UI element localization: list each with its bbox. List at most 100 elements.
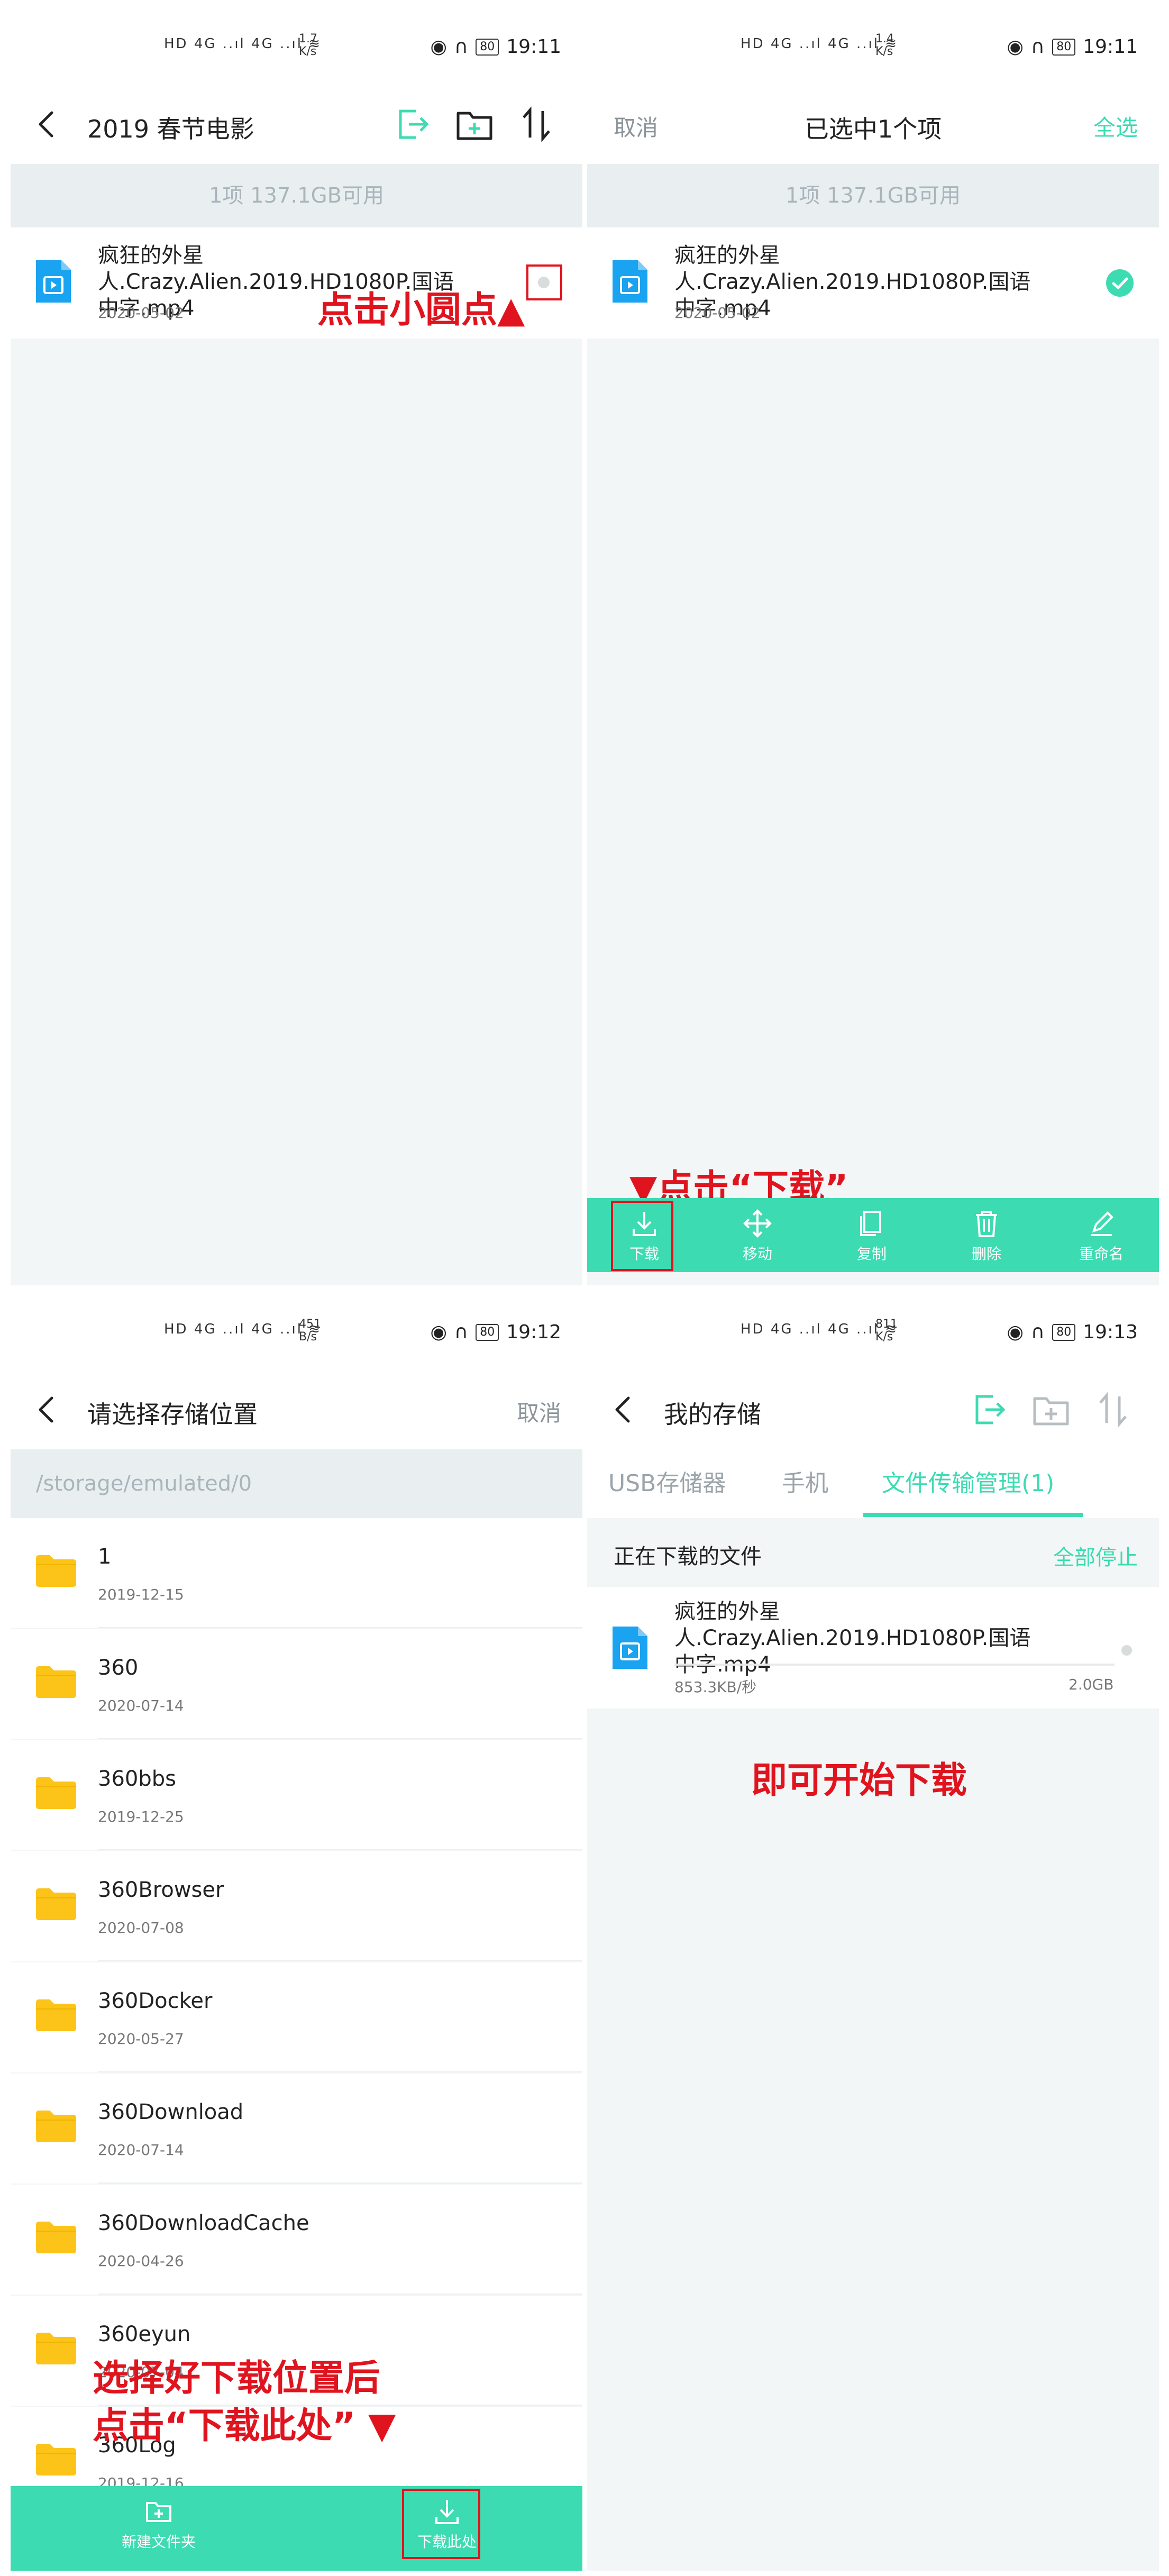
eye-icon: ◉: [1007, 1321, 1024, 1343]
download-speed: 853.3KB/秒: [674, 1678, 757, 1696]
net-speed: 1.7 K/s: [299, 32, 317, 58]
highlight-box: [526, 264, 562, 300]
signal-icons: HD 4G ..ıl 4G ..ıl ≋: [741, 1321, 899, 1337]
bottom-bar: 新建文件夹 下载此处: [11, 2486, 582, 2571]
exit-icon[interactable]: [394, 106, 431, 143]
screen-transfer-manager: HD 4G ..ıl 4G ..ıl ≋ 811 K/s ◉ ∩ 80 19:1…: [587, 1301, 1159, 2571]
tab-indicator: [863, 1513, 1083, 1517]
stop-all-button[interactable]: 全部停止: [1053, 1540, 1138, 1571]
status-bar: HD 4G ..ıl 4G ..ıl ≋ 811 K/s ◉ ∩ 80 19:1…: [587, 1301, 1159, 1370]
back-arrow-icon[interactable]: [32, 108, 63, 140]
folder-item[interactable]: 360Browser 2020-07-08: [11, 1851, 582, 1961]
back-arrow-icon[interactable]: [608, 1394, 640, 1426]
headphone-icon: ∩: [454, 36, 469, 58]
exit-icon[interactable]: [971, 1391, 1008, 1428]
download-item[interactable]: 疯狂的外星人.Crazy.Alien.2019.HD1080P.国语中字.mp4…: [587, 1587, 1159, 1709]
cancel-button[interactable]: 取消: [517, 1395, 561, 1428]
copy-icon: [860, 1211, 881, 1236]
screen-choose-location: HD 4G ..ıl 4G ..ıl ≋ 451 B/s ◉ ∩ 80 19:1…: [11, 1301, 582, 2571]
folder-icon: [36, 2111, 76, 2142]
storage-info: 1项 137.1GB可用: [11, 164, 582, 227]
path-breadcrumb[interactable]: /storage/emulated/0: [11, 1449, 582, 1518]
file-item-selected[interactable]: 疯狂的外星人.Crazy.Alien.2019.HD1080P.国语中字.mp4…: [587, 227, 1159, 339]
copy-button[interactable]: 复制: [819, 1198, 925, 1272]
clock: 19:11: [1083, 36, 1138, 58]
annotation-line1: 选择好下载位置后: [93, 2358, 381, 2399]
folder-icon: [36, 2444, 76, 2475]
folder-date: 2019-12-25: [98, 1808, 184, 1825]
new-folder-icon[interactable]: [455, 106, 495, 143]
folder-item[interactable]: 360Docker 2020-05-27: [11, 1962, 582, 2072]
status-bar: HD 4G ..ıl 4G ..ıl ≋ 1.4 K/s ◉ ∩ 80 19:1…: [587, 16, 1159, 85]
folder-date: 2019-12-15: [98, 1586, 184, 1603]
select-all-button[interactable]: 全选: [1093, 110, 1138, 142]
new-folder-icon: [1033, 1397, 1069, 1426]
delete-button[interactable]: 删除: [934, 1198, 1039, 1272]
rename-icon: [1091, 1211, 1113, 1236]
back-arrow-icon[interactable]: [32, 1394, 63, 1426]
eye-icon: ◉: [430, 36, 447, 58]
folder-icon: [36, 1666, 76, 1698]
annotation-line2: 点击“下载此处” ▼: [93, 2405, 396, 2447]
app-bar: 2019 春节电影: [11, 85, 582, 164]
item-select-dot[interactable]: [1121, 1645, 1132, 1656]
divider: [98, 1849, 582, 1850]
divider: [98, 1627, 582, 1628]
folder-name: 1: [98, 1545, 112, 1569]
signal-icons: HD 4G ..ıl 4G ..ıl ≋: [741, 36, 899, 52]
video-file-icon: [613, 260, 647, 303]
battery-icon: 80: [1052, 1323, 1076, 1341]
tab-usb[interactable]: USB存储器: [608, 1449, 726, 1518]
new-folder-button[interactable]: 新建文件夹: [101, 2486, 217, 2560]
move-button[interactable]: 移动: [705, 1198, 810, 1272]
folder-date: 2020-07-14: [98, 1697, 184, 1714]
divider: [98, 1960, 582, 1961]
selection-title: 已选中1个项: [804, 115, 942, 143]
sort-icon: [1099, 1392, 1127, 1428]
status-bar: HD 4G ..ıl 4G ..ıl ≋ 1.7 K/s ◉ ∩ 80 19:1…: [11, 16, 582, 85]
rename-button[interactable]: 重命名: [1048, 1198, 1154, 1272]
battery-icon: 80: [1052, 38, 1076, 56]
file-date: 2020-05-02: [98, 304, 184, 322]
folder-item[interactable]: 360DownloadCache 2020-04-26: [11, 2185, 582, 2295]
video-file-icon: [36, 260, 71, 303]
folder-date: 2020-05-27: [98, 2030, 184, 2048]
folder-name: 360eyun: [98, 2322, 191, 2346]
folder-icon: [36, 2333, 76, 2364]
highlight-box: [402, 2489, 480, 2559]
new-folder-icon: [146, 2502, 171, 2522]
status-bar: HD 4G ..ıl 4G ..ıl ≋ 451 B/s ◉ ∩ 80 19:1…: [11, 1301, 582, 1370]
folder-icon: [36, 1555, 76, 1587]
divider: [98, 2294, 582, 2295]
folder-icon: [36, 1888, 76, 1920]
headphone-icon: ∩: [454, 1321, 469, 1343]
battery-icon: 80: [476, 1323, 499, 1341]
folder-name: 360bbs: [98, 1767, 176, 1791]
folder-name: 360Download: [98, 2100, 244, 2124]
sort-icon[interactable]: [518, 106, 555, 143]
file-date: 2020-05-02: [674, 304, 761, 322]
folder-item[interactable]: 360bbs 2019-12-25: [11, 1740, 582, 1850]
battery-icon: 80: [476, 38, 499, 56]
tab-transfer[interactable]: 文件传输管理(1): [882, 1449, 1054, 1518]
signal-icons: HD 4G ..ıl 4G ..ıl ≋: [164, 36, 322, 52]
video-file-icon: [613, 1627, 647, 1669]
folder-icon: [36, 1999, 76, 2031]
folder-date: 2020-07-14: [98, 2141, 184, 2159]
folder-item[interactable]: 1 2019-12-15: [11, 1518, 582, 1628]
checked-icon[interactable]: [1106, 269, 1134, 297]
folder-name: 360DownloadCache: [98, 2211, 309, 2235]
folder-date: 2020-07-08: [98, 1919, 184, 1936]
tab-phone[interactable]: 手机: [782, 1449, 828, 1518]
highlight-box: [611, 1201, 673, 1271]
folder-icon: [36, 2222, 76, 2253]
folder-item[interactable]: 360 2020-07-14: [11, 1629, 582, 1739]
app-bar: 我的存储: [587, 1370, 1159, 1449]
storage-info: 1项 137.1GB可用: [587, 164, 1159, 227]
net-speed: 1.4 K/s: [875, 32, 894, 58]
annotation-tap-dot: 点击小圆点▲: [317, 289, 525, 331]
clock: 19:12: [506, 1321, 561, 1343]
file-size: 2.0GB: [1068, 1676, 1114, 1693]
folder-item[interactable]: 360Download 2020-07-14: [11, 2073, 582, 2184]
signal-icons: HD 4G ..ıl 4G ..ıl ≋: [164, 1321, 322, 1337]
